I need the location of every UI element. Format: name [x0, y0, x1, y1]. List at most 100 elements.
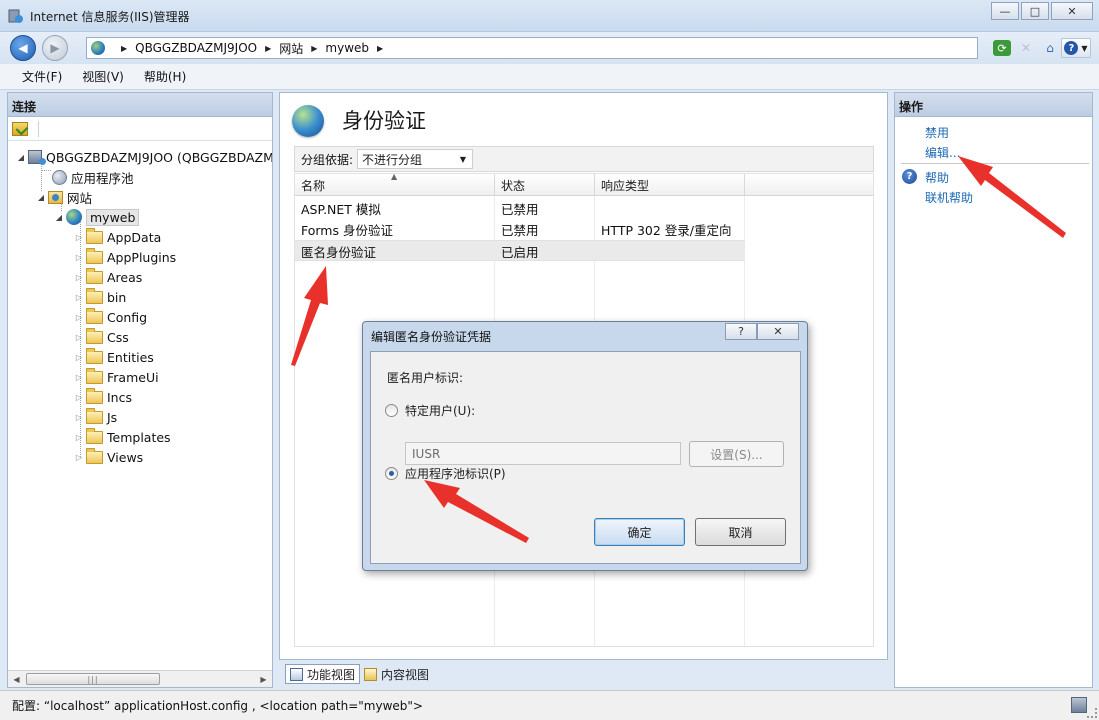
expand-icon[interactable]: ▷: [74, 433, 84, 442]
minimize-button[interactable]: —: [991, 2, 1019, 20]
expand-icon[interactable]: ▷: [74, 373, 84, 382]
back-button[interactable]: ◀: [10, 35, 36, 61]
ok-button[interactable]: 确定: [594, 518, 685, 546]
status-bar: 配置: “localhost” applicationHost.config ,…: [0, 690, 1099, 720]
action-edit-link[interactable]: 编辑...: [925, 144, 960, 161]
resize-grip-icon[interactable]: [1087, 708, 1097, 718]
status-text: 配置: “localhost” applicationHost.config ,…: [12, 699, 423, 713]
expand-icon[interactable]: ▷: [74, 393, 84, 402]
set-user-button[interactable]: 设置(S)...: [689, 441, 784, 467]
scroll-right-icon[interactable]: ▶: [255, 671, 272, 687]
horizontal-scrollbar[interactable]: ◀ ||| ▶: [8, 670, 272, 687]
help-dropdown-button[interactable]: ? ▼: [1061, 38, 1091, 58]
app-pool-identity-option[interactable]: 应用程序池标识(P): [385, 465, 506, 482]
expand-icon[interactable]: ▷: [74, 293, 84, 302]
chevron-right-icon[interactable]: ▶: [121, 44, 127, 53]
forward-button[interactable]: ▶: [42, 35, 68, 61]
column-header-status[interactable]: 状态: [495, 174, 595, 196]
chevron-right-icon[interactable]: ▶: [265, 44, 271, 53]
expand-icon[interactable]: ▷: [74, 313, 84, 322]
tree-node-folder[interactable]: ▷ bin: [74, 287, 126, 307]
navigation-bar: ◀ ▶ ▶ QBGGZBDAZMJ9JOO ▶ 网站 ▶ myweb ▶ ⟳ ✕…: [0, 32, 1099, 64]
collapse-icon[interactable]: ◢: [16, 153, 26, 162]
table-row[interactable]: Forms 身份验证 已禁用 HTTP 302 登录/重定向: [295, 219, 745, 240]
connect-icon[interactable]: [12, 121, 28, 136]
expand-icon[interactable]: ▷: [74, 453, 84, 462]
tree-node-app-pools[interactable]: 应用程序池: [52, 167, 134, 187]
chevron-right-icon[interactable]: ▶: [311, 44, 317, 53]
breadcrumb-sites[interactable]: 网站: [279, 40, 303, 57]
cell-status: 已禁用: [501, 223, 539, 238]
chevron-right-icon[interactable]: ▶: [377, 44, 383, 53]
stop-icon[interactable]: ✕: [1015, 37, 1037, 59]
close-window-button[interactable]: ✕: [1051, 2, 1093, 20]
collapse-icon[interactable]: ◢: [36, 193, 46, 202]
cell-status: 已启用: [501, 245, 539, 260]
tree-node-folder[interactable]: ▷ Config: [74, 307, 147, 327]
expand-icon[interactable]: ▷: [74, 333, 84, 342]
scrollbar-thumb[interactable]: |||: [26, 673, 160, 685]
cell-name: 匿名身份验证: [301, 245, 377, 260]
tab-features-view[interactable]: 功能视图: [285, 664, 361, 684]
expand-icon[interactable]: ▷: [74, 413, 84, 422]
tree-node-label: AppPlugins: [107, 249, 177, 265]
table-row-selected[interactable]: 匿名身份验证 已启用: [295, 240, 745, 261]
action-disable-link[interactable]: 禁用: [925, 124, 949, 141]
tree-node-folder[interactable]: ▷ Templates: [74, 427, 171, 447]
column-header-label: 名称: [301, 178, 326, 193]
expand-icon[interactable]: ▷: [74, 353, 84, 362]
breadcrumb-site[interactable]: myweb: [325, 41, 369, 55]
tree-node-folder[interactable]: ▷ Views: [74, 447, 143, 467]
column-header-response[interactable]: 响应类型: [595, 174, 745, 196]
tree-node-folder[interactable]: ▷ FrameUi: [74, 367, 159, 387]
column-header-name[interactable]: 名称 ▲: [295, 172, 495, 196]
tree-node-server[interactable]: ◢ QBGGZBDAZMJ9JOO (QBGGZBDAZM: [16, 147, 272, 167]
connections-header: 连接: [8, 93, 272, 117]
specific-user-input[interactable]: IUSR: [405, 442, 681, 465]
tree-node-folder[interactable]: ▷ Areas: [74, 267, 142, 287]
tree-node-folder[interactable]: ▷ Css: [74, 327, 129, 347]
tree-node-sites[interactable]: ◢ 网站: [36, 187, 92, 207]
specific-user-option[interactable]: 特定用户(U):: [385, 402, 475, 419]
expand-icon[interactable]: ▷: [74, 253, 84, 262]
folder-icon: [86, 447, 103, 464]
tree-node-label: Css: [107, 329, 129, 345]
tree-node-label: Areas: [107, 269, 143, 285]
action-online-help-link[interactable]: 联机帮助: [925, 189, 973, 206]
action-help-link[interactable]: 帮助: [925, 169, 949, 186]
collapse-icon[interactable]: ◢: [54, 213, 64, 222]
home-icon[interactable]: ⌂: [1039, 37, 1061, 59]
dialog-help-button[interactable]: ?: [725, 323, 757, 340]
tree-node-label: myweb: [86, 208, 140, 226]
app-pool-identity-radio[interactable]: [385, 467, 398, 480]
specific-user-radio[interactable]: [385, 404, 398, 417]
dialog-close-button[interactable]: ✕: [757, 323, 799, 340]
tree-node-folder[interactable]: ▷ Entities: [74, 347, 154, 367]
menu-help[interactable]: 帮助(H): [144, 68, 186, 85]
menu-bar: 文件(F) 视图(V) 帮助(H): [0, 64, 1099, 90]
cancel-button[interactable]: 取消: [695, 518, 786, 546]
tab-content-view[interactable]: 内容视图: [360, 664, 433, 684]
address-bar[interactable]: ▶ QBGGZBDAZMJ9JOO ▶ 网站 ▶ myweb ▶: [86, 37, 978, 59]
scroll-left-icon[interactable]: ◀: [8, 671, 25, 687]
refresh-button[interactable]: ⟳: [991, 37, 1013, 59]
help-icon: ?: [902, 169, 917, 184]
menu-view[interactable]: 视图(V): [82, 68, 124, 85]
tree-node-folder[interactable]: ▷ AppData: [74, 227, 161, 247]
tree-node-myweb[interactable]: ◢ myweb: [54, 207, 140, 227]
tree-node-label: FrameUi: [107, 369, 159, 385]
group-by-select[interactable]: 不进行分组 ▼: [357, 149, 474, 169]
chevron-down-icon: ▼: [1081, 43, 1088, 53]
cell-name: ASP.NET 模拟: [301, 202, 381, 217]
tree-node-folder[interactable]: ▷ AppPlugins: [74, 247, 176, 267]
expand-icon[interactable]: ▷: [74, 273, 84, 282]
tree-node-folder[interactable]: ▷ Incs: [74, 387, 132, 407]
breadcrumb-server[interactable]: QBGGZBDAZMJ9JOO: [135, 41, 257, 55]
menu-file[interactable]: 文件(F): [22, 68, 62, 85]
expand-icon[interactable]: ▷: [74, 233, 84, 242]
maximize-button[interactable]: □: [1021, 2, 1049, 20]
table-row[interactable]: ASP.NET 模拟 已禁用: [295, 198, 745, 219]
tree-node-folder[interactable]: ▷ Js: [74, 407, 117, 427]
group-by-value: 不进行分组: [362, 152, 423, 167]
cell-response: [595, 241, 601, 262]
